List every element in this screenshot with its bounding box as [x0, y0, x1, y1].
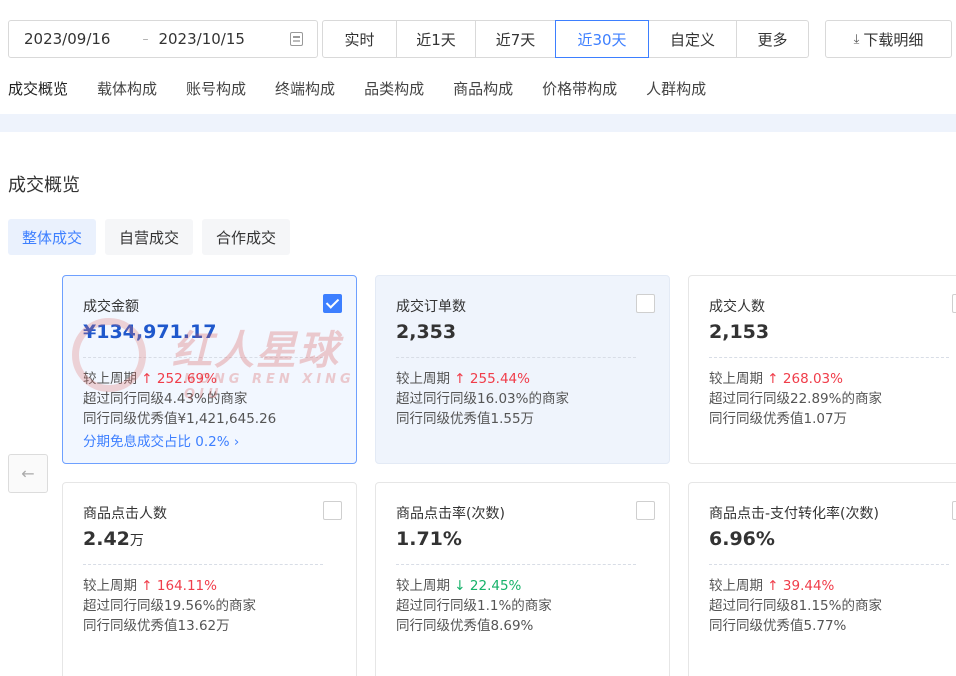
checkbox-icon[interactable]: [952, 501, 956, 520]
card-divider: [83, 357, 323, 358]
installment-share-link[interactable]: 分期免息成交占比 0.2% ›: [83, 430, 356, 450]
checkbox-icon[interactable]: [952, 294, 956, 313]
arrow-up-icon: ↑: [141, 578, 153, 594]
metric-card-deal-orders[interactable]: 成交订单数 2,353 较上周期 ↑ 255.44% 超过同行同级16.03%的…: [375, 275, 670, 464]
rank-text: 超过同行同级4.43%的商家: [83, 391, 248, 407]
metric-card-deal-amount[interactable]: 成交金额 ¥134,971.17 较上周期 ↑ 252.69% 超过同行同级4.…: [62, 275, 357, 464]
metric-label: 成交订单数: [396, 299, 466, 315]
arrow-down-icon: ↓: [454, 578, 466, 594]
calendar-icon[interactable]: [290, 32, 303, 46]
arrow-up-icon: ↑: [767, 578, 779, 594]
deal-type-tabs: 整体成交 自营成交 合作成交: [8, 219, 299, 255]
arrow-up-icon: ↑: [767, 371, 779, 387]
prev-page-button[interactable]: ←: [8, 454, 48, 493]
metric-value: 1.71%: [396, 528, 462, 550]
rank-text: 超过同行同级1.1%的商家: [396, 598, 552, 614]
metric-label: 商品点击人数: [83, 506, 167, 522]
compare-line: 较上周期 ↑ 164.11%: [83, 578, 217, 594]
checkbox-icon[interactable]: [323, 294, 342, 313]
section-divider-band: [0, 114, 956, 132]
excellent-text: 同行同级优秀值5.77%: [709, 618, 847, 634]
change-value: 268.03%: [782, 371, 843, 387]
arrow-up-icon: ↑: [141, 371, 153, 387]
subtab-product[interactable]: 商品构成: [453, 78, 513, 99]
checkbox-icon[interactable]: [636, 501, 655, 520]
metric-value: 2.42万: [83, 528, 144, 550]
metric-card-deal-buyers[interactable]: 成交人数 2,153 较上周期 ↑ 268.03% 超过同行同级22.89%的商…: [688, 275, 956, 464]
metric-card-product-click-users[interactable]: 商品点击人数 2.42万 较上周期 ↑ 164.11% 超过同行同级19.56%…: [62, 482, 357, 676]
card-divider: [709, 357, 949, 358]
date-end[interactable]: 2023/10/15: [158, 30, 244, 48]
range-7day-button[interactable]: 近7天: [475, 20, 556, 58]
subtab-account[interactable]: 账号构成: [186, 78, 246, 99]
excellent-text: 同行同级优秀值13.62万: [83, 618, 230, 634]
compare-line: 较上周期 ↑ 252.69%: [83, 371, 217, 387]
checkbox-icon[interactable]: [636, 294, 655, 313]
excellent-text: 同行同级优秀值1.07万: [709, 411, 848, 427]
date-start[interactable]: 2023/09/16: [24, 30, 110, 48]
rank-text: 超过同行同级81.15%的商家: [709, 598, 882, 614]
range-1day-button[interactable]: 近1天: [396, 20, 476, 58]
download-detail-button[interactable]: ⤓ 下载明细: [825, 20, 952, 58]
metric-card-product-ctr[interactable]: 商品点击率(次数) 1.71% 较上周期 ↓ 22.45% 超过同行同级1.1%…: [375, 482, 670, 676]
subtab-terminal[interactable]: 终端构成: [275, 78, 335, 99]
subtab-overview[interactable]: 成交概览: [8, 78, 68, 99]
subtab-category[interactable]: 品类构成: [364, 78, 424, 99]
section-title: 成交概览: [8, 175, 80, 196]
tab-cooperative-deal[interactable]: 合作成交: [202, 219, 291, 255]
change-value: 22.45%: [469, 578, 522, 594]
compare-line: 较上周期 ↑ 255.44%: [396, 371, 530, 387]
change-value: 255.44%: [469, 371, 530, 387]
change-value: 252.69%: [156, 371, 217, 387]
time-range-group: 实时 近1天 近7天 近30天 自定义 更多: [322, 20, 809, 58]
metric-card-click-pay-conversion[interactable]: 商品点击-支付转化率(次数) 6.96% 较上周期 ↑ 39.44% 超过同行同…: [688, 482, 956, 676]
excellent-text: 同行同级优秀值¥1,421,645.26: [83, 411, 277, 427]
metric-value: 2,153: [709, 321, 770, 343]
metric-label: 成交人数: [709, 299, 765, 315]
download-label: 下载明细: [863, 30, 924, 49]
range-more-button[interactable]: 更多: [736, 20, 809, 58]
tab-self-operated-deal[interactable]: 自营成交: [105, 219, 194, 255]
range-custom-button[interactable]: 自定义: [648, 20, 737, 58]
download-icon: ⤓: [853, 31, 860, 47]
date-separator: –: [142, 32, 149, 46]
range-realtime-button[interactable]: 实时: [322, 20, 397, 58]
metric-label: 商品点击率(次数): [396, 506, 505, 522]
analysis-subtabs: 成交概览 载体构成 账号构成 终端构成 品类构成 商品构成 价格带构成 人群构成: [8, 78, 735, 99]
card-divider: [83, 564, 323, 565]
change-value: 39.44%: [782, 578, 835, 594]
card-divider: [709, 564, 949, 565]
metric-value: ¥134,971.17: [83, 321, 217, 343]
card-divider: [396, 564, 636, 565]
metric-label: 成交金额: [83, 299, 139, 315]
tab-overall-deal[interactable]: 整体成交: [8, 219, 97, 255]
excellent-text: 同行同级优秀值8.69%: [396, 618, 534, 634]
subtab-price-band[interactable]: 价格带构成: [542, 78, 617, 99]
card-divider: [396, 357, 636, 358]
subtab-audience[interactable]: 人群构成: [646, 78, 706, 99]
arrow-left-icon: ←: [21, 464, 35, 483]
rank-text: 超过同行同级19.56%的商家: [83, 598, 256, 614]
compare-line: 较上周期 ↑ 268.03%: [709, 371, 843, 387]
compare-line: 较上周期 ↑ 39.44%: [709, 578, 835, 594]
range-30day-button[interactable]: 近30天: [555, 20, 649, 58]
subtab-carrier[interactable]: 载体构成: [97, 78, 157, 99]
rank-text: 超过同行同级16.03%的商家: [396, 391, 569, 407]
date-range-picker[interactable]: 2023/09/16 – 2023/10/15: [8, 20, 318, 58]
checkbox-icon[interactable]: [323, 501, 342, 520]
change-value: 164.11%: [156, 578, 217, 594]
arrow-up-icon: ↑: [454, 371, 466, 387]
compare-line: 较上周期 ↓ 22.45%: [396, 578, 522, 594]
metric-value: 6.96%: [709, 528, 775, 550]
excellent-text: 同行同级优秀值1.55万: [396, 411, 535, 427]
metric-label: 商品点击-支付转化率(次数): [709, 506, 879, 522]
metric-value: 2,353: [396, 321, 457, 343]
rank-text: 超过同行同级22.89%的商家: [709, 391, 882, 407]
